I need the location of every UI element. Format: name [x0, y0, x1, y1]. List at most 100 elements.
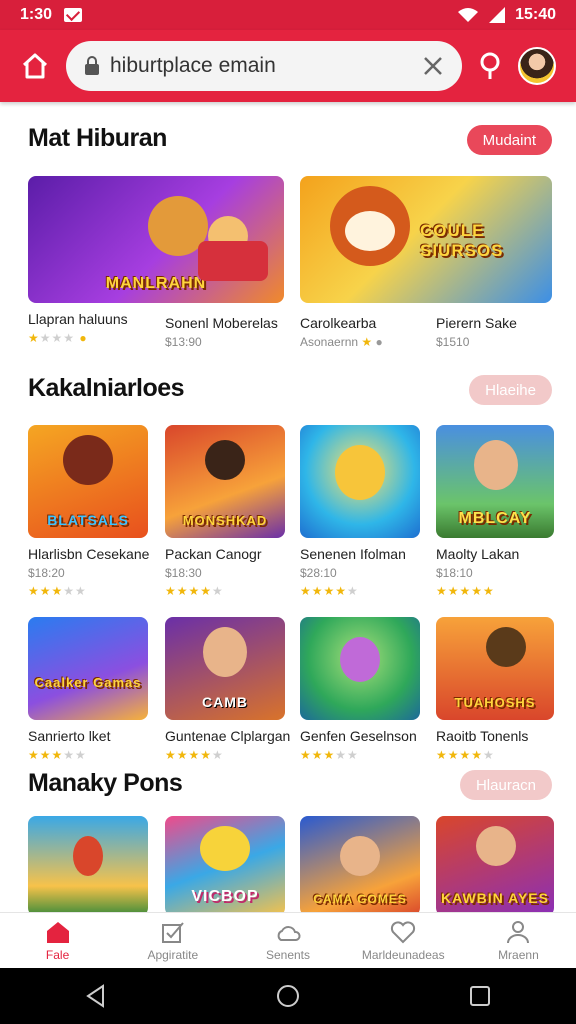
mail-icon	[64, 8, 83, 22]
section-more-button[interactable]: Mudaint	[466, 125, 552, 155]
main-content[interactable]: Mat Hiburan Mudaint MANLRAHN Llapran hal…	[0, 102, 576, 912]
section-more-button[interactable]: Hlauracn	[459, 770, 552, 800]
game-price: $13:90	[165, 335, 202, 349]
recents-icon[interactable]	[467, 983, 493, 1009]
game-card[interactable]: CAMB Guntenae Clplargan ★★★★★	[165, 617, 291, 762]
game-card[interactable]: COULE SIURSOS	[300, 176, 552, 303]
system-nav-bar	[0, 968, 576, 1024]
game-thumbnail: KAWBIN AYES	[436, 816, 554, 912]
game-card[interactable]: Carolkearba Asonaernn ★ ●	[300, 307, 430, 349]
bottom-nav: Fale Apgiratite Senents Marldeunadeas Mr…	[0, 912, 576, 968]
game-card[interactable]: KAWBIN AYES	[436, 816, 554, 912]
game-art-title: MBLCAY	[458, 510, 532, 527]
game-thumbnail: CAMB	[165, 617, 285, 720]
game-name: Packan Canogr	[165, 546, 262, 562]
section-title: Mat Hiburan	[28, 124, 167, 152]
star-rating: ★★★★★	[436, 584, 495, 598]
avatar[interactable]	[518, 47, 556, 85]
nav-item-favorites[interactable]: Marldeunadeas	[346, 913, 461, 968]
game-card[interactable]: Sonenl Moberelas $13:90	[165, 307, 285, 349]
game-card[interactable]: MBLCAY Maolty Lakan $18:10 ★★★★★	[436, 425, 554, 598]
home-circle-icon[interactable]	[275, 983, 301, 1009]
game-art-title: CAMA GOMES	[313, 892, 407, 906]
nav-label: Fale	[45, 947, 70, 962]
home-icon	[46, 921, 69, 943]
back-icon[interactable]	[83, 983, 109, 1009]
game-art-title: BLATSALS	[47, 512, 129, 528]
game-card[interactable]: Senenen Ifolman $28:10 ★★★★★	[300, 425, 420, 598]
game-card[interactable]: CAMA GOMES	[300, 816, 420, 912]
game-thumbnail: Caalker Gamas	[28, 617, 148, 720]
star-rating: ★★★★★	[436, 748, 495, 762]
game-card[interactable]: Caalker Gamas Sanrierto lket ★★★★★	[28, 617, 148, 762]
game-price: $1510	[436, 335, 470, 349]
game-thumbnail	[28, 816, 148, 912]
game-name: Hlarlisbn Cesekane	[28, 546, 150, 562]
status-time: 1:30	[20, 6, 53, 23]
game-name: Raoitb Tonenls	[436, 728, 529, 744]
game-thumbnail: CAMA GOMES	[300, 816, 420, 912]
heart-icon	[391, 920, 416, 943]
location-pin-icon[interactable]	[478, 51, 502, 81]
nav-item-cloud[interactable]: Senents	[230, 913, 345, 968]
game-card[interactable]: Genfen Geselnson ★★★★★	[300, 617, 420, 762]
game-card[interactable]: VICBOP	[165, 816, 285, 912]
game-thumbnail: BLATSALS	[28, 425, 148, 538]
cloud-icon	[277, 925, 301, 941]
game-thumbnail: TUAHOSHS	[436, 617, 554, 720]
nav-label: Apgiratite	[147, 947, 199, 962]
nav-label: Mraenn	[498, 947, 539, 962]
game-price: $18:30	[165, 566, 202, 580]
game-card[interactable]: MONSHKAD Packan Canogr $18:30 ★★★★★	[165, 425, 285, 598]
star-rating: ★★★★★	[165, 584, 224, 598]
game-thumbnail	[300, 617, 420, 720]
lock-icon	[85, 56, 99, 75]
nav-item-checklist[interactable]: Apgiratite	[115, 913, 230, 968]
game-art-title: TUAHOSHS	[454, 695, 536, 710]
section-more-button[interactable]: Hlaeihe	[469, 375, 552, 405]
search-box[interactable]	[66, 41, 462, 91]
game-card[interactable]: TUAHOSHS Raoitb Tonenls ★★★★★	[436, 617, 554, 762]
close-icon[interactable]	[422, 55, 444, 77]
search-input[interactable]	[110, 54, 412, 78]
star-rating: ★★★★★	[300, 584, 359, 598]
game-price: $18:20	[28, 566, 65, 580]
game-thumbnail: COULE SIURSOS	[300, 176, 552, 303]
status-bar: 1:30 15:40	[0, 0, 576, 30]
game-art-title: CAMB	[202, 694, 248, 710]
game-name: Sonenl Moberelas	[165, 315, 278, 331]
game-art-title: MONSHKAD	[182, 513, 268, 528]
game-card[interactable]: BLATSALS Hlarlisbn Cesekane $18:20 ★★★★★	[28, 425, 150, 598]
star-rating: ★★★★★	[28, 748, 87, 762]
game-price: $18:10	[436, 566, 473, 580]
game-price: $28:10	[300, 566, 337, 580]
game-thumbnail: MANLRAHN	[28, 176, 284, 303]
game-art-title: VICBOP	[191, 888, 259, 905]
game-name: Maolty Lakan	[436, 546, 520, 562]
game-art-title: MANLRAHN	[105, 275, 207, 292]
nav-item-profile[interactable]: Mraenn	[461, 913, 576, 968]
app-bar	[0, 30, 576, 102]
signal-icon	[489, 7, 506, 23]
game-name: Genfen Geselnson	[300, 728, 417, 744]
game-thumbnail: VICBOP	[165, 816, 285, 912]
game-thumbnail	[300, 425, 420, 538]
person-icon	[507, 920, 530, 943]
game-name: Senenen Ifolman	[300, 546, 406, 562]
game-art-title: KAWBIN AYES	[441, 890, 549, 906]
checklist-icon	[161, 921, 184, 943]
nav-item-home[interactable]: Fale	[0, 913, 115, 968]
game-name: Pierern Sake	[436, 315, 517, 331]
game-name: Sanrierto lket	[28, 728, 111, 744]
game-art-title: COULE SIURSOS	[420, 221, 504, 260]
game-publisher: Asonaernn ★ ●	[300, 335, 383, 349]
game-card[interactable]: Pierern Sake $1510	[436, 307, 556, 349]
home-icon[interactable]	[20, 51, 50, 81]
game-name: Guntenae Clplargan	[165, 728, 291, 744]
nav-label: Marldeunadeas	[361, 947, 445, 962]
star-rating: ★★★★★	[28, 584, 87, 598]
star-rating: ★★★★★	[300, 748, 359, 762]
section-title: Kakalniarloes	[28, 374, 185, 402]
section-title: Manaky Pons	[28, 769, 183, 797]
game-card[interactable]	[28, 816, 148, 912]
